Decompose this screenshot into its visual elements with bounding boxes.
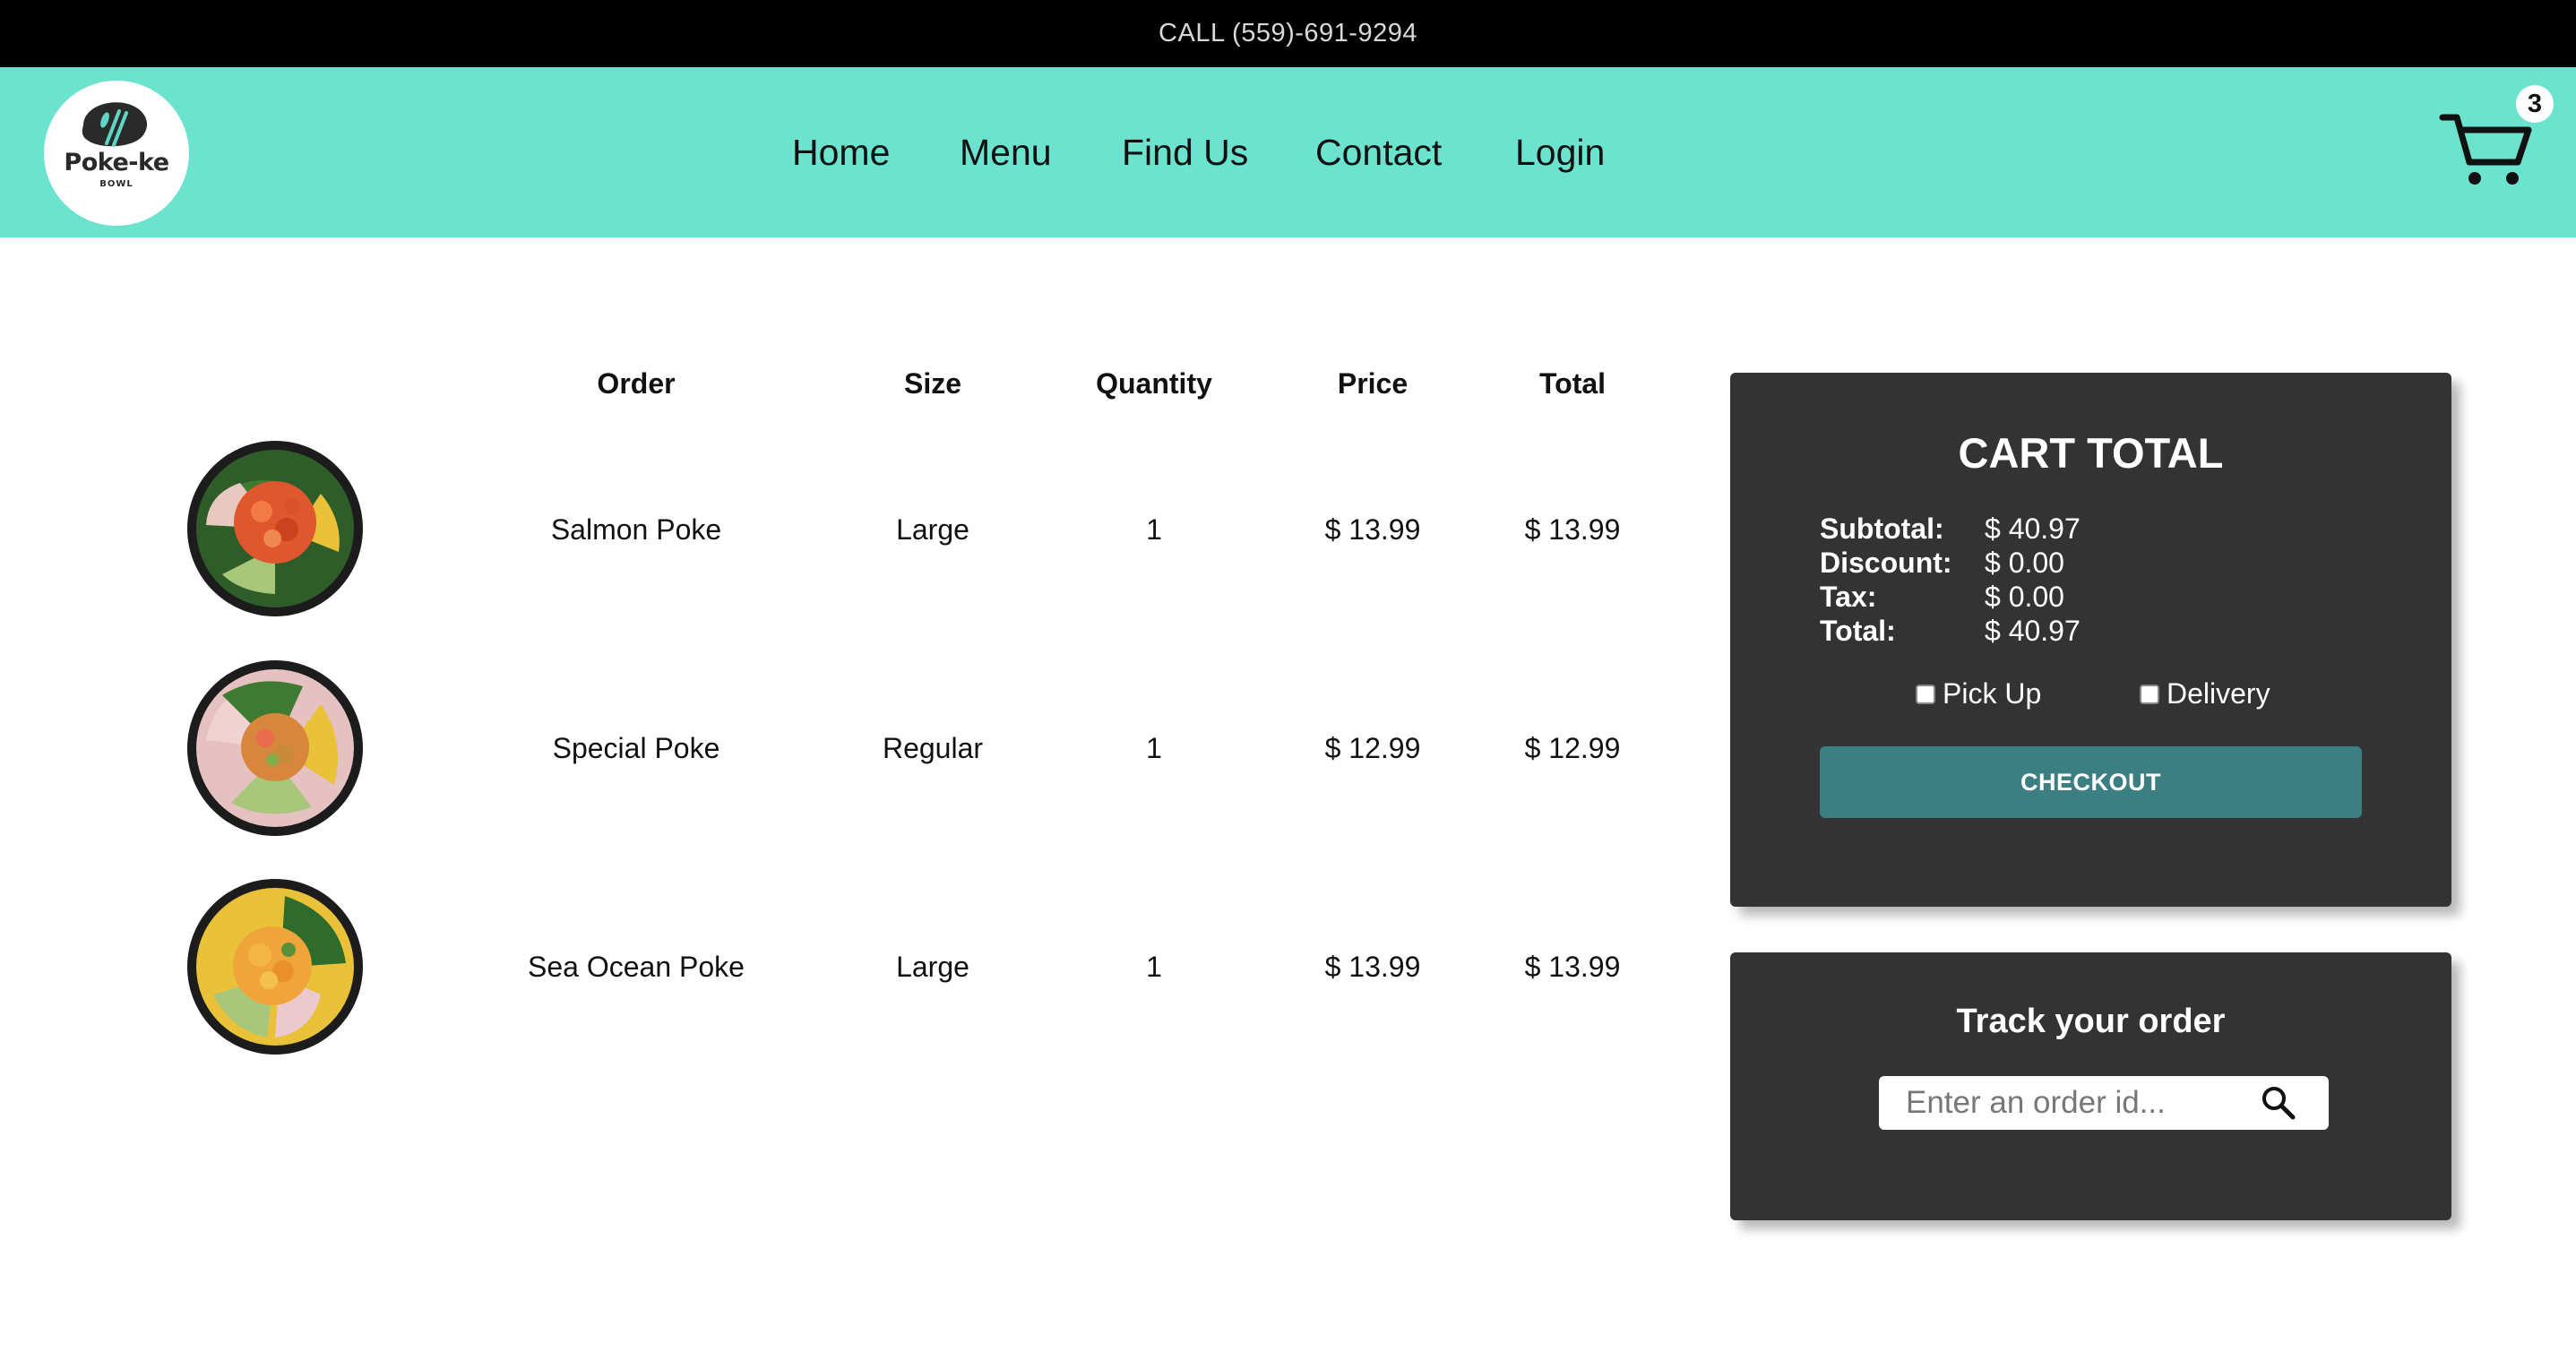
- search-icon[interactable]: [2259, 1083, 2298, 1123]
- header-quantity: Quantity: [1096, 367, 1212, 400]
- track-order-title: Track your order: [1956, 1003, 2226, 1040]
- row-order-name: Special Poke: [552, 732, 720, 764]
- cart-total-title: CART TOTAL: [1958, 429, 2224, 477]
- subtotal-value: $ 40.97: [1985, 512, 2081, 545]
- tax-value: $ 0.00: [1985, 581, 2064, 613]
- top-bar: CALL (559)-691-9294: [0, 0, 2576, 67]
- discount-label: Discount:: [1820, 547, 1952, 579]
- delivery-option[interactable]: Delivery: [2140, 677, 2270, 710]
- pickup-checkbox[interactable]: [1916, 684, 1935, 704]
- tax-label: Tax:: [1820, 581, 1877, 613]
- order-search-box: [1879, 1076, 2329, 1130]
- cart-total-panel: CART TOTAL Subtotal: $ 40.97 Discount: $…: [1730, 373, 2451, 907]
- call-phone-text[interactable]: CALL (559)-691-9294: [1159, 19, 1417, 48]
- main-nav: Home Menu Find Us Contact Login: [0, 67, 2576, 237]
- checkout-button[interactable]: CHECKOUT: [1820, 746, 2362, 818]
- total-label: Total:: [1820, 615, 1896, 647]
- discount-value: $ 0.00: [1985, 547, 2064, 579]
- header-price: Price: [1337, 367, 1409, 400]
- header-order: Order: [597, 367, 676, 400]
- total-value: $ 40.97: [1985, 615, 2081, 647]
- row-total: $ 13.99: [1524, 951, 1621, 983]
- nav-find-us[interactable]: Find Us: [1122, 132, 1248, 174]
- navbar: Poke-ke BOWL Home Menu Find Us Contact L…: [0, 67, 2576, 237]
- row-total: $ 12.99: [1524, 732, 1621, 764]
- header-total: Total: [1538, 367, 1607, 400]
- row-order-name: Sea Ocean Poke: [528, 951, 745, 983]
- sea-ocean-poke-bowl-image: [187, 879, 363, 1055]
- pickup-label: Pick Up: [1943, 677, 2042, 710]
- nav-home[interactable]: Home: [792, 132, 890, 174]
- nav-contact[interactable]: Contact: [1315, 132, 1442, 174]
- delivery-label: Delivery: [2167, 677, 2270, 710]
- subtotal-label: Subtotal:: [1820, 512, 1944, 545]
- row-order-name: Salmon Poke: [550, 513, 722, 546]
- nav-menu[interactable]: Menu: [960, 132, 1052, 174]
- delivery-checkbox[interactable]: [2140, 684, 2159, 704]
- salmon-poke-bowl-image: [187, 441, 363, 616]
- cart-count-badge: 3: [2516, 85, 2554, 123]
- nav-login[interactable]: Login: [1515, 132, 1605, 174]
- header-size: Size: [903, 367, 962, 400]
- pickup-option[interactable]: Pick Up: [1916, 677, 2041, 710]
- order-id-input[interactable]: [1879, 1076, 2255, 1130]
- track-order-panel: Track your order: [1730, 952, 2451, 1220]
- special-poke-bowl-image: [187, 660, 363, 836]
- row-total: $ 13.99: [1524, 513, 1621, 546]
